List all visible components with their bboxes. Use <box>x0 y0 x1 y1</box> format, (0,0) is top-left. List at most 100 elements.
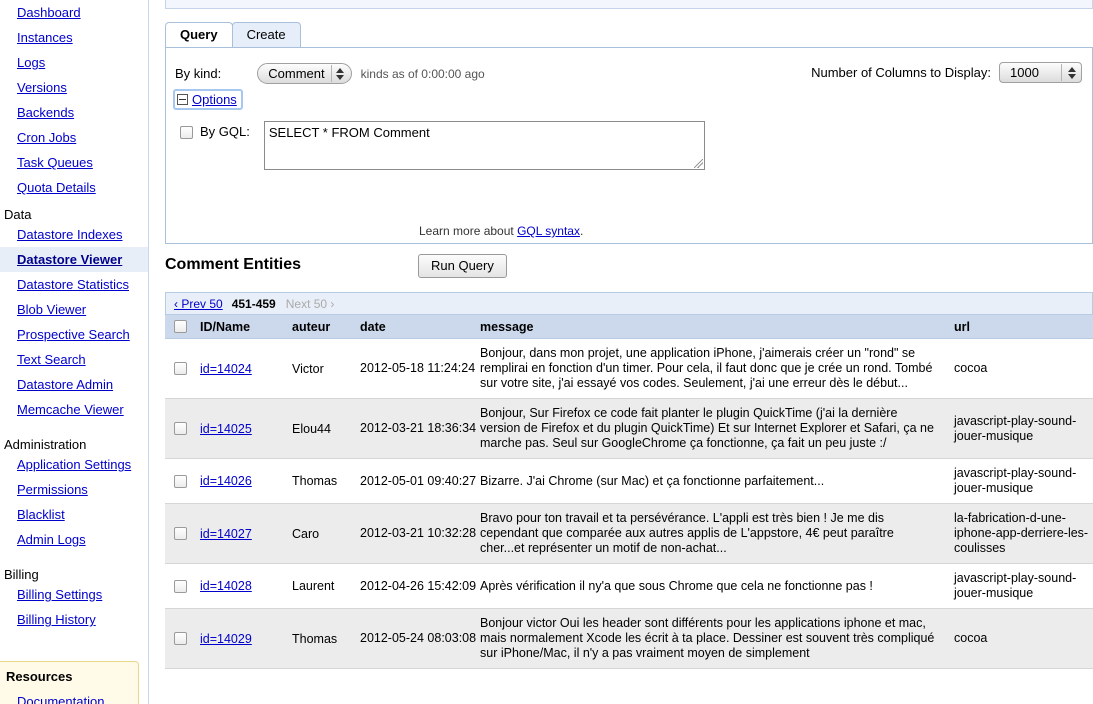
gql-textarea[interactable]: SELECT * FROM Comment <box>263 121 705 170</box>
cell-auteur: Elou44 <box>292 398 360 459</box>
cell-id: id=14029 <box>200 608 292 669</box>
row-checkbox[interactable] <box>174 527 187 540</box>
table-row[interactable]: id=14029 Thomas 2012-05-24 08:03:08 Bonjour… <box>165 608 1093 669</box>
sidebar-item-label: Quota Details <box>17 180 96 195</box>
options-toggle[interactable]: Options <box>173 89 243 110</box>
sidebar-item-label: Admin Logs <box>17 532 86 547</box>
sidebar-item-admin-logs[interactable]: Admin Logs <box>0 527 148 552</box>
main-content: Query Create By kind: Comment kinds as of… <box>149 0 1093 704</box>
columns-select[interactable]: 1000 <box>999 62 1082 83</box>
sidebar-item-billing-settings[interactable]: Billing Settings <box>0 582 148 607</box>
sidebar-item-label: Billing History <box>17 612 96 627</box>
entity-id-link[interactable]: id=14028 <box>200 579 252 593</box>
sidebar-item-blacklist[interactable]: Blacklist <box>0 502 148 527</box>
sidebar-item-label: Task Queues <box>17 155 93 170</box>
sidebar-item-prospective-search[interactable]: Prospective Search <box>0 322 148 347</box>
gql-syntax-link[interactable]: GQL syntax <box>517 224 580 238</box>
entity-id-link[interactable]: id=14025 <box>200 422 252 436</box>
row-select-cell <box>165 458 200 504</box>
next-page-link: Next 50 › <box>285 296 335 311</box>
row-checkbox[interactable] <box>174 632 187 645</box>
sidebar-item-label: Blob Viewer <box>17 302 87 317</box>
entities-table-wrapper: ‹ Prev 50 451-459 Next 50 › ID/Name aute… <box>165 292 1093 669</box>
table-row[interactable]: id=14028 Laurent 2012-04-26 15:42:09 Après … <box>165 563 1093 609</box>
sidebar-item-backends[interactable]: Backends <box>0 100 148 125</box>
table-row[interactable]: id=14025 Elou44 2012-03-21 18:36:34 Bonjour… <box>165 398 1093 459</box>
sidebar-item-datastore-statistics[interactable]: Datastore Statistics <box>0 272 148 297</box>
row-checkbox[interactable] <box>174 362 187 375</box>
table-row[interactable]: id=14027 Caro 2012-03-21 10:32:28 Bravo pou… <box>165 503 1093 564</box>
entity-id-link[interactable]: id=14027 <box>200 527 252 541</box>
sidebar-item-instances[interactable]: Instances <box>0 25 148 50</box>
sidebar-item-blob-viewer[interactable]: Blob Viewer <box>0 297 148 322</box>
resources-link-documentation[interactable]: Documentation <box>0 694 138 704</box>
cell-auteur: Victor <box>292 338 360 399</box>
cell-message: Bonjour victor Oui les header sont diffé… <box>480 608 954 669</box>
column-header-date[interactable]: date <box>360 314 480 339</box>
entity-id-link[interactable]: id=14029 <box>200 632 252 646</box>
column-header-id[interactable]: ID/Name <box>200 314 292 339</box>
by-gql-label: By GQL: <box>200 124 250 139</box>
sidebar-item-billing-history[interactable]: Billing History <box>0 607 148 632</box>
sidebar-item-label: Blacklist <box>17 507 65 522</box>
cell-auteur: Laurent <box>292 563 360 609</box>
cell-message: Bravo pour ton travail et ta persévéranc… <box>480 503 954 564</box>
sidebar-item-datastore-viewer[interactable]: Datastore Viewer <box>0 247 148 272</box>
by-gql-checkbox[interactable] <box>180 126 193 139</box>
sidebar-item-datastore-indexes[interactable]: Datastore Indexes <box>0 222 148 247</box>
cell-id: id=14026 <box>200 458 292 504</box>
by-kind-row: By kind: Comment kinds as of 0:00:00 ago <box>175 63 485 84</box>
cell-url: la-fabrication-d-une-iphone-app-derriere… <box>954 503 1093 564</box>
tab-create[interactable]: Create <box>231 22 301 47</box>
tab-query[interactable]: Query <box>165 22 233 47</box>
columns-label: Number of Columns to Display: <box>811 65 991 80</box>
cell-id: id=14028 <box>200 563 292 609</box>
kind-select-divider <box>330 65 332 82</box>
row-checkbox[interactable] <box>174 474 187 488</box>
sidebar-item-cron-jobs[interactable]: Cron Jobs <box>0 125 148 150</box>
sidebar-item-quota-details[interactable]: Quota Details <box>0 175 148 200</box>
column-header-message[interactable]: message <box>480 314 954 339</box>
row-select-cell <box>165 398 200 459</box>
column-header-url[interactable]: url <box>954 314 1093 339</box>
sidebar-item-label: Text Search <box>17 352 86 367</box>
entity-id-link[interactable]: id=14024 <box>200 362 252 376</box>
options-link[interactable]: Options <box>192 92 237 107</box>
cell-message: Après vérification il ny'a que sous Chro… <box>480 563 954 609</box>
run-query-button[interactable]: Run Query <box>418 254 507 278</box>
row-checkbox[interactable] <box>174 579 187 593</box>
sidebar-item-task-queues[interactable]: Task Queues <box>0 150 148 175</box>
table-header-row: ID/Name auteur date message url <box>165 314 1093 339</box>
table-row[interactable]: id=14024 Victor 2012-05-18 11:24:24 Bonjour… <box>165 338 1093 399</box>
cell-date: 2012-05-24 08:03:08 <box>360 608 480 669</box>
row-select-cell <box>165 338 200 399</box>
cell-date: 2012-05-18 11:24:24 <box>360 338 480 399</box>
sidebar-item-datastore-admin[interactable]: Datastore Admin <box>0 372 148 397</box>
entity-id-link[interactable]: id=14026 <box>200 474 252 488</box>
sidebar-item-text-search[interactable]: Text Search <box>0 347 148 372</box>
kinds-freshness-note: kinds as of 0:00:00 ago <box>360 66 485 81</box>
sidebar-item-memcache-viewer[interactable]: Memcache Viewer <box>0 397 148 422</box>
row-checkbox[interactable] <box>174 422 187 435</box>
sidebar-item-application-settings[interactable]: Application Settings <box>0 452 148 477</box>
cell-date: 2012-03-21 18:36:34 <box>360 398 480 459</box>
cell-id: id=14024 <box>200 338 292 399</box>
gql-help-text: Learn more about GQL syntax. <box>419 224 583 238</box>
sidebar-item-versions[interactable]: Versions <box>0 75 148 100</box>
sidebar-item-permissions[interactable]: Permissions <box>0 477 148 502</box>
resize-grip-icon[interactable] <box>693 159 703 168</box>
sidebar-item-dashboard[interactable]: Dashboard <box>0 0 148 25</box>
sidebar-item-label: Application Settings <box>17 457 132 472</box>
resources-title: Resources <box>6 669 73 684</box>
sidebar-item-label: Datastore Viewer <box>17 252 123 267</box>
page-root: Dashboard Instances Logs Versions Backends Cr… <box>0 0 1093 704</box>
kind-select[interactable]: Comment <box>257 63 352 84</box>
cell-date: 2012-05-01 09:40:27 <box>360 458 480 504</box>
select-all-checkbox[interactable] <box>174 320 187 333</box>
prev-page-link[interactable]: ‹ Prev 50 <box>174 297 223 311</box>
table-row[interactable]: id=14026 Thomas 2012-05-01 09:40:27 Bizarre… <box>165 458 1093 504</box>
column-header-auteur[interactable]: auteur <box>292 314 360 339</box>
columns-select-divider <box>1061 64 1062 81</box>
sidebar-item-logs[interactable]: Logs <box>0 50 148 75</box>
top-panel-remnant <box>165 0 1093 9</box>
